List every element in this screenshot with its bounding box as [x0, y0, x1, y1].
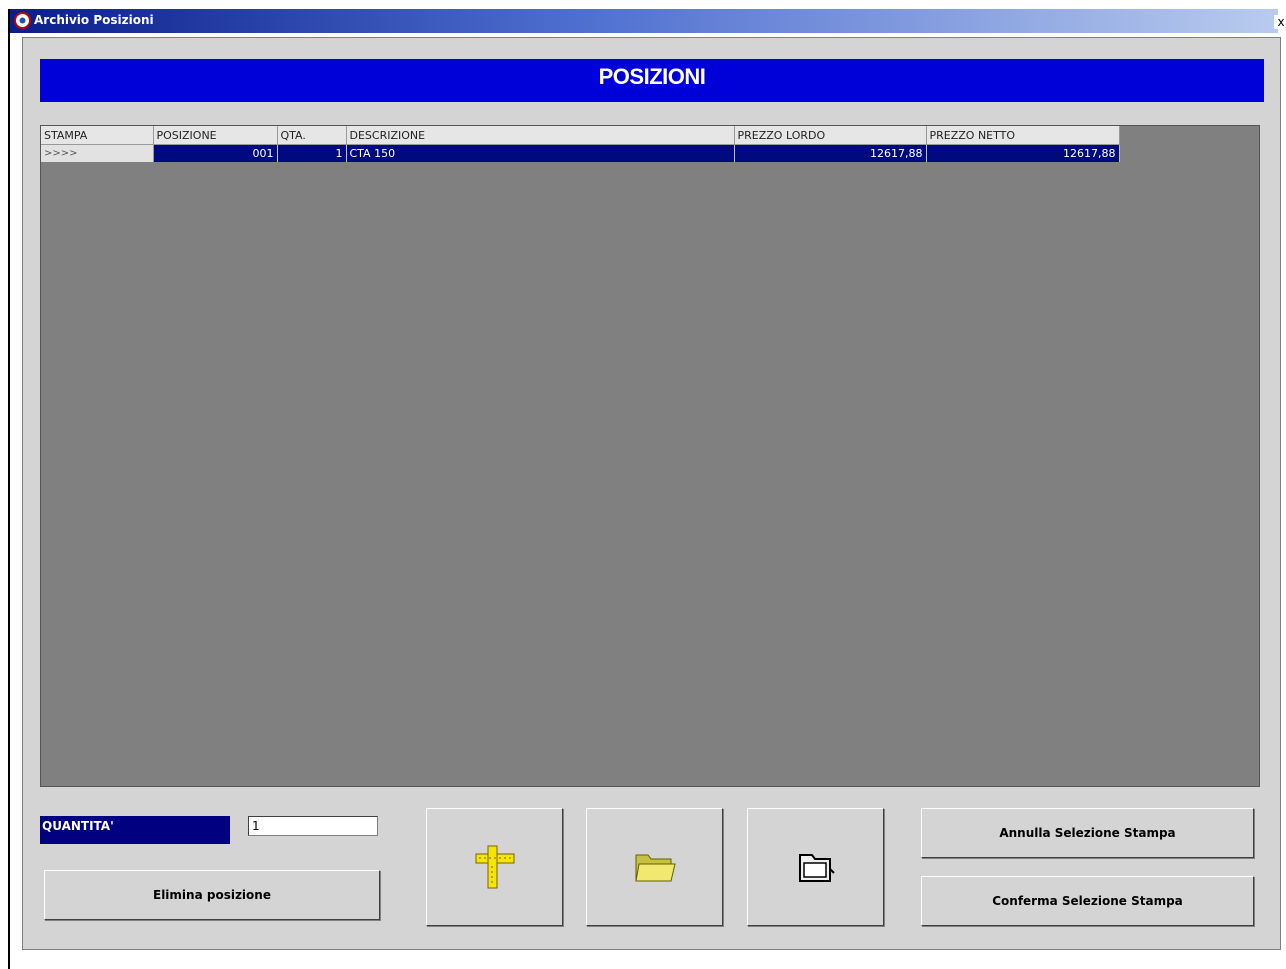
confirm-print-selection-label: Conferma Selezione Stampa — [992, 894, 1183, 908]
open-button[interactable] — [586, 808, 723, 926]
cell-prezzo-netto[interactable]: 12617,88 — [926, 144, 1120, 162]
main-panel: POSIZIONI STAMPA POSIZIONE QTA. DESCRIZI… — [22, 37, 1281, 950]
quantity-label: QUANTITA' — [40, 816, 230, 844]
positions-grid[interactable]: STAMPA POSIZIONE QTA. DESCRIZIONE PREZZO… — [40, 125, 1260, 787]
column-header-qta[interactable]: QTA. — [277, 126, 347, 145]
app-icon — [14, 12, 31, 29]
page-title: POSIZIONI — [40, 59, 1264, 102]
open-folder-icon — [633, 849, 677, 885]
app-window: Archivio Posizioni x POSIZIONI STAMPA PO… — [8, 9, 1286, 969]
column-header-stampa[interactable]: STAMPA — [41, 126, 154, 145]
tool-button[interactable] — [426, 808, 563, 926]
table-row[interactable]: >>>> 001 1 CTA 150 12617,88 12617,88 — [41, 144, 1120, 162]
title-bar[interactable]: Archivio Posizioni x — [10, 9, 1286, 33]
archive-button[interactable] — [747, 808, 884, 926]
cell-prezzo-lordo[interactable]: 12617,88 — [734, 144, 927, 162]
cell-qta[interactable]: 1 — [277, 144, 347, 162]
column-header-prezzo-lordo[interactable]: PREZZO LORDO — [734, 126, 927, 145]
quantity-input[interactable] — [248, 816, 378, 836]
cancel-print-selection-label: Annulla Selezione Stampa — [999, 826, 1176, 840]
closed-folder-icon — [796, 849, 836, 885]
delete-position-label: Elimina posizione — [153, 888, 271, 902]
delete-position-button[interactable]: Elimina posizione — [44, 870, 380, 920]
confirm-print-selection-button[interactable]: Conferma Selezione Stampa — [921, 876, 1254, 926]
column-header-descrizione[interactable]: DESCRIZIONE — [346, 126, 735, 145]
cell-posizione[interactable]: 001 — [153, 144, 278, 162]
table-header-row: STAMPA POSIZIONE QTA. DESCRIZIONE PREZZO… — [41, 126, 1120, 145]
cell-descrizione[interactable]: CTA 150 — [346, 144, 735, 162]
close-button[interactable]: x — [1274, 15, 1286, 29]
column-header-prezzo-netto[interactable]: PREZZO NETTO — [926, 126, 1120, 145]
ruler-square-icon — [473, 844, 517, 890]
cancel-print-selection-button[interactable]: Annulla Selezione Stampa — [921, 808, 1254, 858]
positions-table: STAMPA POSIZIONE QTA. DESCRIZIONE PREZZO… — [41, 126, 1120, 162]
cell-stampa[interactable]: >>>> — [41, 144, 154, 162]
window-title: Archivio Posizioni — [34, 13, 154, 27]
column-header-posizione[interactable]: POSIZIONE — [153, 126, 278, 145]
